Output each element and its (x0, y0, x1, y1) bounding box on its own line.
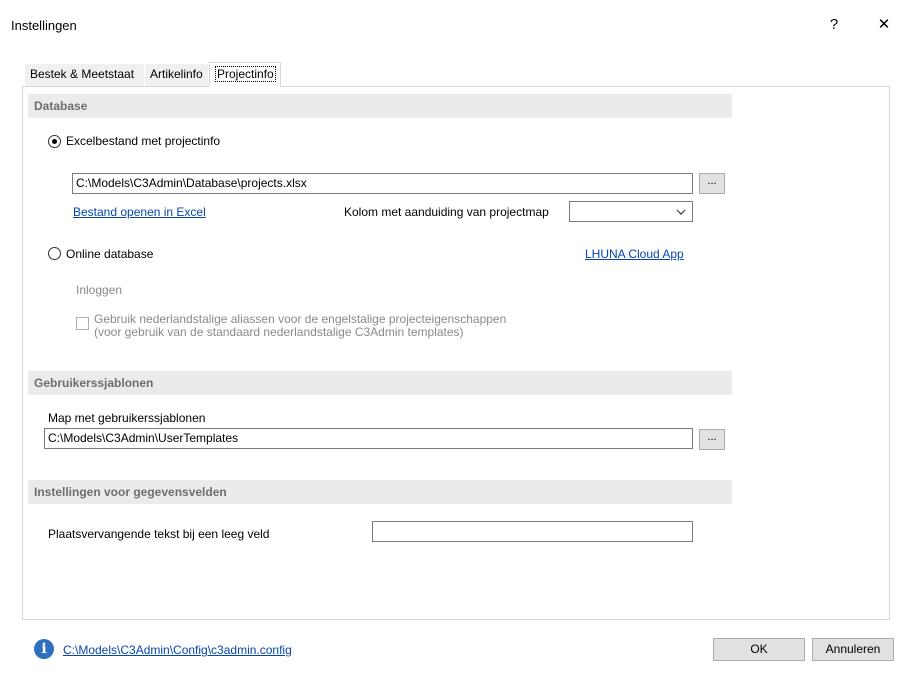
info-icon: i (34, 639, 54, 659)
excel-path-input[interactable]: C:\Models\C3Admin\Database\projects.xlsx (72, 173, 693, 194)
tab-bestek-meetstaat[interactable]: Bestek & Meetstaat (25, 64, 144, 86)
column-label: Kolom met aanduiding van projectmap (344, 205, 549, 219)
placeholder-text-input[interactable] (372, 521, 693, 542)
radio-excel-label: Excelbestand met projectinfo (66, 134, 221, 148)
section-data-fields: Instellingen voor gegevensvelden (28, 480, 732, 504)
chevron-down-icon (676, 209, 686, 215)
window-title: Instellingen (11, 18, 77, 33)
open-in-excel-link[interactable]: Bestand openen in Excel (73, 205, 206, 219)
placeholder-text-label: Plaatsvervangende tekst bij een leeg vel… (48, 527, 270, 541)
ok-button[interactable]: OK (713, 638, 805, 661)
config-file-link[interactable]: C:\Models\C3Admin\Config\c3admin.config (63, 643, 292, 657)
radio-online-label: Online database (66, 247, 154, 261)
templates-folder-label: Map met gebruikerssjablonen (48, 411, 206, 425)
cancel-button[interactable]: Annuleren (812, 638, 894, 661)
tab-projectinfo-label: Projectinfo (215, 66, 276, 82)
section-database: Database (28, 94, 732, 118)
column-select[interactable] (569, 201, 693, 222)
tab-projectinfo[interactable]: Projectinfo (209, 62, 281, 87)
alias-checkbox[interactable] (76, 317, 89, 330)
lhuna-cloud-link[interactable]: LHUNA Cloud App (585, 247, 684, 261)
title-bar (0, 0, 902, 44)
radio-excel[interactable] (48, 135, 61, 148)
radio-online[interactable] (48, 247, 61, 260)
excel-browse-button[interactable]: ... (699, 173, 725, 194)
templates-browse-button[interactable]: ... (699, 429, 725, 450)
alias-checkbox-line2: (voor gebruik van de standaard nederland… (94, 325, 464, 339)
templates-folder-input[interactable]: C:\Models\C3Admin\UserTemplates (44, 428, 693, 449)
tab-artikelinfo[interactable]: Artikelinfo (145, 64, 208, 86)
section-user-templates: Gebruikerssjablonen (28, 371, 732, 395)
alias-checkbox-label: Gebruik nederlandstalige aliassen voor d… (94, 313, 506, 339)
help-button[interactable]: ? (818, 12, 850, 38)
close-button[interactable]: ✕ (868, 12, 900, 38)
login-label[interactable]: Inloggen (76, 283, 122, 297)
